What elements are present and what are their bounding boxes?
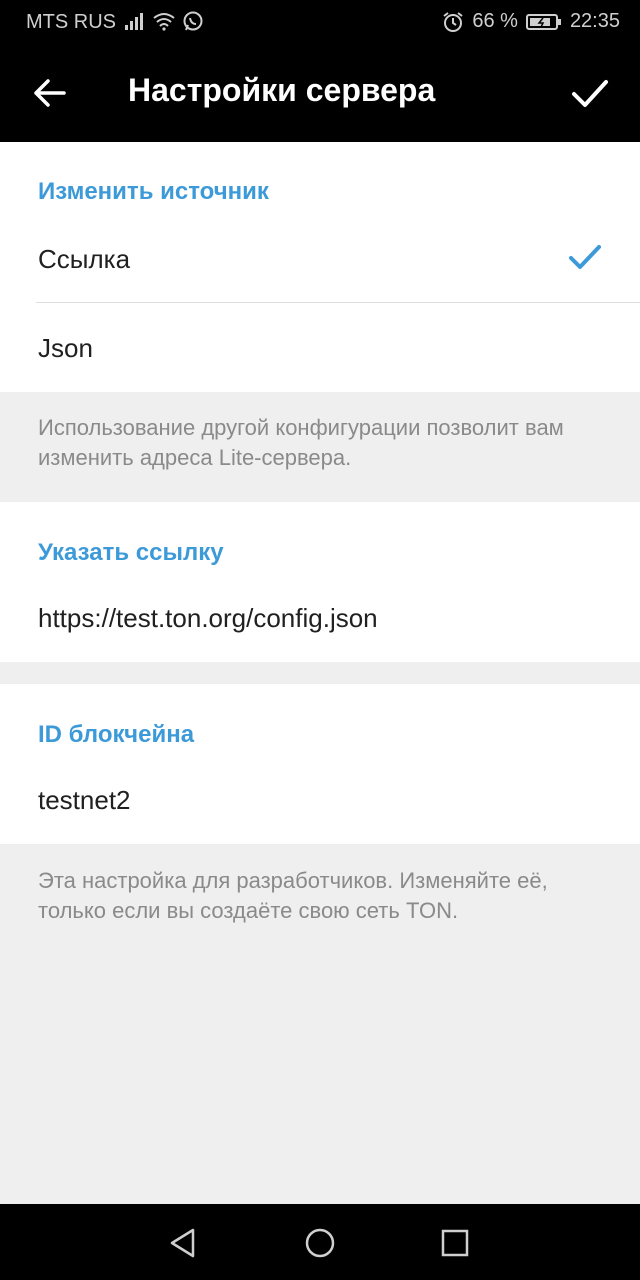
blockchain-hint: Эта настройка для разработчиков. Изменяй… — [38, 868, 548, 923]
blockchain-section-header: ID блокчейна — [38, 721, 195, 748]
option-link[interactable]: Ссылка — [0, 214, 640, 302]
back-triangle-icon[interactable] — [166, 1226, 200, 1260]
battery-icon — [525, 13, 561, 30]
clock: 22:35 — [569, 10, 620, 32]
source-hint: Использование другой конфигурации позвол… — [38, 415, 564, 470]
source-section-header: Изменить источник — [38, 178, 269, 205]
app-toolbar: Настройки сервера — [0, 44, 640, 142]
arrow-left-icon[interactable] — [28, 71, 72, 115]
option-json[interactable]: Json — [0, 303, 640, 392]
link-section-header: Указать ссылку — [38, 539, 224, 566]
option-json-label: Json — [38, 333, 93, 363]
link-section: Указать ссылку https://test.ton.org/conf… — [0, 502, 640, 662]
checkmark-icon[interactable] — [568, 71, 612, 115]
selected-check-icon — [569, 245, 601, 269]
config-url-field[interactable]: https://test.ton.org/config.json — [38, 603, 378, 634]
option-link-label: Ссылка — [38, 244, 131, 274]
home-circle-icon[interactable] — [303, 1226, 337, 1260]
battery-percent: 66 % — [472, 10, 518, 32]
source-section: Изменить источник Ссылка Json — [0, 142, 640, 392]
status-bar: MTS RUS 66 % 22:35 — [0, 0, 640, 44]
whatsapp-icon — [183, 11, 203, 31]
blockchain-section: ID блокчейна testnet2 — [0, 684, 640, 844]
recents-square-icon[interactable] — [438, 1226, 472, 1260]
signal-icon — [125, 13, 143, 30]
carrier-label: MTS RUS — [26, 11, 116, 33]
alarm-icon — [443, 11, 463, 32]
page-title: Настройки сервера — [128, 72, 436, 108]
system-nav-bar — [0, 1204, 640, 1280]
wifi-icon — [153, 13, 175, 31]
blockchain-id-field[interactable]: testnet2 — [38, 785, 131, 816]
